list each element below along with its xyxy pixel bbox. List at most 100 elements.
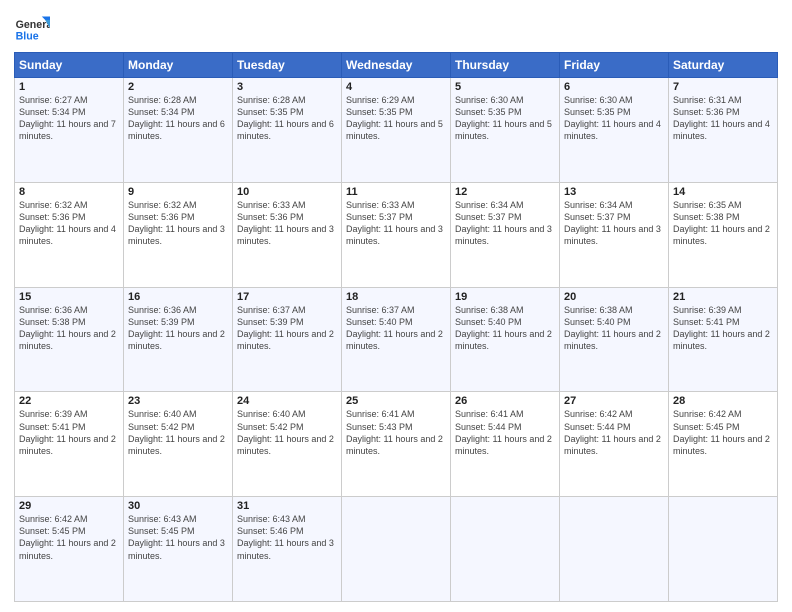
day-number: 21 [673, 291, 773, 303]
day-number: 30 [128, 500, 228, 512]
day-info: Sunrise: 6:43 AMSunset: 5:46 PMDaylight:… [237, 513, 337, 562]
day-info: Sunrise: 6:31 AMSunset: 5:36 PMDaylight:… [673, 94, 773, 143]
weekday-header: Wednesday [342, 53, 451, 78]
calendar-cell [451, 497, 560, 602]
day-info: Sunrise: 6:40 AMSunset: 5:42 PMDaylight:… [128, 408, 228, 457]
calendar-cell: 30Sunrise: 6:43 AMSunset: 5:45 PMDayligh… [124, 497, 233, 602]
day-info: Sunrise: 6:34 AMSunset: 5:37 PMDaylight:… [564, 199, 664, 248]
day-number: 29 [19, 500, 119, 512]
day-number: 15 [19, 291, 119, 303]
day-number: 31 [237, 500, 337, 512]
weekday-header: Sunday [15, 53, 124, 78]
day-number: 10 [237, 186, 337, 198]
calendar-cell: 28Sunrise: 6:42 AMSunset: 5:45 PMDayligh… [669, 392, 778, 497]
logo: General Blue [14, 10, 50, 46]
day-info: Sunrise: 6:32 AMSunset: 5:36 PMDaylight:… [128, 199, 228, 248]
day-info: Sunrise: 6:33 AMSunset: 5:37 PMDaylight:… [346, 199, 446, 248]
calendar-cell: 21Sunrise: 6:39 AMSunset: 5:41 PMDayligh… [669, 287, 778, 392]
calendar-cell: 22Sunrise: 6:39 AMSunset: 5:41 PMDayligh… [15, 392, 124, 497]
calendar-cell: 5Sunrise: 6:30 AMSunset: 5:35 PMDaylight… [451, 78, 560, 183]
day-number: 1 [19, 81, 119, 93]
weekday-header: Friday [560, 53, 669, 78]
calendar-row: 15Sunrise: 6:36 AMSunset: 5:38 PMDayligh… [15, 287, 778, 392]
day-info: Sunrise: 6:39 AMSunset: 5:41 PMDaylight:… [673, 304, 773, 353]
weekday-header: Tuesday [233, 53, 342, 78]
day-number: 22 [19, 395, 119, 407]
calendar-row: 8Sunrise: 6:32 AMSunset: 5:36 PMDaylight… [15, 182, 778, 287]
day-number: 24 [237, 395, 337, 407]
day-info: Sunrise: 6:38 AMSunset: 5:40 PMDaylight:… [564, 304, 664, 353]
calendar-cell: 13Sunrise: 6:34 AMSunset: 5:37 PMDayligh… [560, 182, 669, 287]
calendar-cell: 26Sunrise: 6:41 AMSunset: 5:44 PMDayligh… [451, 392, 560, 497]
calendar-cell: 2Sunrise: 6:28 AMSunset: 5:34 PMDaylight… [124, 78, 233, 183]
calendar-header: SundayMondayTuesdayWednesdayThursdayFrid… [15, 53, 778, 78]
calendar-cell: 8Sunrise: 6:32 AMSunset: 5:36 PMDaylight… [15, 182, 124, 287]
day-number: 7 [673, 81, 773, 93]
calendar-cell [669, 497, 778, 602]
day-info: Sunrise: 6:39 AMSunset: 5:41 PMDaylight:… [19, 408, 119, 457]
calendar-cell: 29Sunrise: 6:42 AMSunset: 5:45 PMDayligh… [15, 497, 124, 602]
calendar-cell: 25Sunrise: 6:41 AMSunset: 5:43 PMDayligh… [342, 392, 451, 497]
calendar-row: 1Sunrise: 6:27 AMSunset: 5:34 PMDaylight… [15, 78, 778, 183]
calendar-table: SundayMondayTuesdayWednesdayThursdayFrid… [14, 52, 778, 602]
day-info: Sunrise: 6:37 AMSunset: 5:39 PMDaylight:… [237, 304, 337, 353]
calendar-cell: 10Sunrise: 6:33 AMSunset: 5:36 PMDayligh… [233, 182, 342, 287]
day-info: Sunrise: 6:30 AMSunset: 5:35 PMDaylight:… [455, 94, 555, 143]
calendar-cell: 18Sunrise: 6:37 AMSunset: 5:40 PMDayligh… [342, 287, 451, 392]
calendar-row: 22Sunrise: 6:39 AMSunset: 5:41 PMDayligh… [15, 392, 778, 497]
calendar-cell: 23Sunrise: 6:40 AMSunset: 5:42 PMDayligh… [124, 392, 233, 497]
day-info: Sunrise: 6:38 AMSunset: 5:40 PMDaylight:… [455, 304, 555, 353]
calendar-cell: 20Sunrise: 6:38 AMSunset: 5:40 PMDayligh… [560, 287, 669, 392]
calendar-cell: 15Sunrise: 6:36 AMSunset: 5:38 PMDayligh… [15, 287, 124, 392]
day-number: 3 [237, 81, 337, 93]
day-number: 11 [346, 186, 446, 198]
day-number: 27 [564, 395, 664, 407]
calendar-cell: 31Sunrise: 6:43 AMSunset: 5:46 PMDayligh… [233, 497, 342, 602]
calendar-cell: 14Sunrise: 6:35 AMSunset: 5:38 PMDayligh… [669, 182, 778, 287]
day-number: 19 [455, 291, 555, 303]
header: General Blue [14, 10, 778, 46]
calendar-cell [342, 497, 451, 602]
calendar-cell: 3Sunrise: 6:28 AMSunset: 5:35 PMDaylight… [233, 78, 342, 183]
page: General Blue SundayMondayTuesdayWednesda… [0, 0, 792, 612]
calendar-cell: 11Sunrise: 6:33 AMSunset: 5:37 PMDayligh… [342, 182, 451, 287]
weekday-header: Thursday [451, 53, 560, 78]
calendar-cell: 1Sunrise: 6:27 AMSunset: 5:34 PMDaylight… [15, 78, 124, 183]
day-info: Sunrise: 6:34 AMSunset: 5:37 PMDaylight:… [455, 199, 555, 248]
day-number: 2 [128, 81, 228, 93]
calendar-cell: 27Sunrise: 6:42 AMSunset: 5:44 PMDayligh… [560, 392, 669, 497]
calendar-cell: 7Sunrise: 6:31 AMSunset: 5:36 PMDaylight… [669, 78, 778, 183]
day-info: Sunrise: 6:42 AMSunset: 5:45 PMDaylight:… [673, 408, 773, 457]
day-number: 14 [673, 186, 773, 198]
day-number: 25 [346, 395, 446, 407]
calendar-cell [560, 497, 669, 602]
calendar-cell: 12Sunrise: 6:34 AMSunset: 5:37 PMDayligh… [451, 182, 560, 287]
weekday-header: Saturday [669, 53, 778, 78]
calendar-cell: 24Sunrise: 6:40 AMSunset: 5:42 PMDayligh… [233, 392, 342, 497]
day-number: 4 [346, 81, 446, 93]
day-info: Sunrise: 6:42 AMSunset: 5:45 PMDaylight:… [19, 513, 119, 562]
day-info: Sunrise: 6:36 AMSunset: 5:38 PMDaylight:… [19, 304, 119, 353]
day-info: Sunrise: 6:32 AMSunset: 5:36 PMDaylight:… [19, 199, 119, 248]
day-number: 26 [455, 395, 555, 407]
day-number: 20 [564, 291, 664, 303]
day-number: 6 [564, 81, 664, 93]
day-number: 13 [564, 186, 664, 198]
calendar-body: 1Sunrise: 6:27 AMSunset: 5:34 PMDaylight… [15, 78, 778, 602]
day-number: 8 [19, 186, 119, 198]
day-number: 28 [673, 395, 773, 407]
day-info: Sunrise: 6:30 AMSunset: 5:35 PMDaylight:… [564, 94, 664, 143]
svg-text:Blue: Blue [16, 30, 39, 42]
day-info: Sunrise: 6:40 AMSunset: 5:42 PMDaylight:… [237, 408, 337, 457]
day-number: 18 [346, 291, 446, 303]
calendar-cell: 16Sunrise: 6:36 AMSunset: 5:39 PMDayligh… [124, 287, 233, 392]
calendar-cell: 19Sunrise: 6:38 AMSunset: 5:40 PMDayligh… [451, 287, 560, 392]
day-number: 16 [128, 291, 228, 303]
calendar-row: 29Sunrise: 6:42 AMSunset: 5:45 PMDayligh… [15, 497, 778, 602]
calendar-cell: 17Sunrise: 6:37 AMSunset: 5:39 PMDayligh… [233, 287, 342, 392]
day-info: Sunrise: 6:28 AMSunset: 5:35 PMDaylight:… [237, 94, 337, 143]
logo-icon: General Blue [14, 10, 50, 46]
day-info: Sunrise: 6:27 AMSunset: 5:34 PMDaylight:… [19, 94, 119, 143]
day-info: Sunrise: 6:29 AMSunset: 5:35 PMDaylight:… [346, 94, 446, 143]
svg-text:General: General [16, 19, 50, 31]
